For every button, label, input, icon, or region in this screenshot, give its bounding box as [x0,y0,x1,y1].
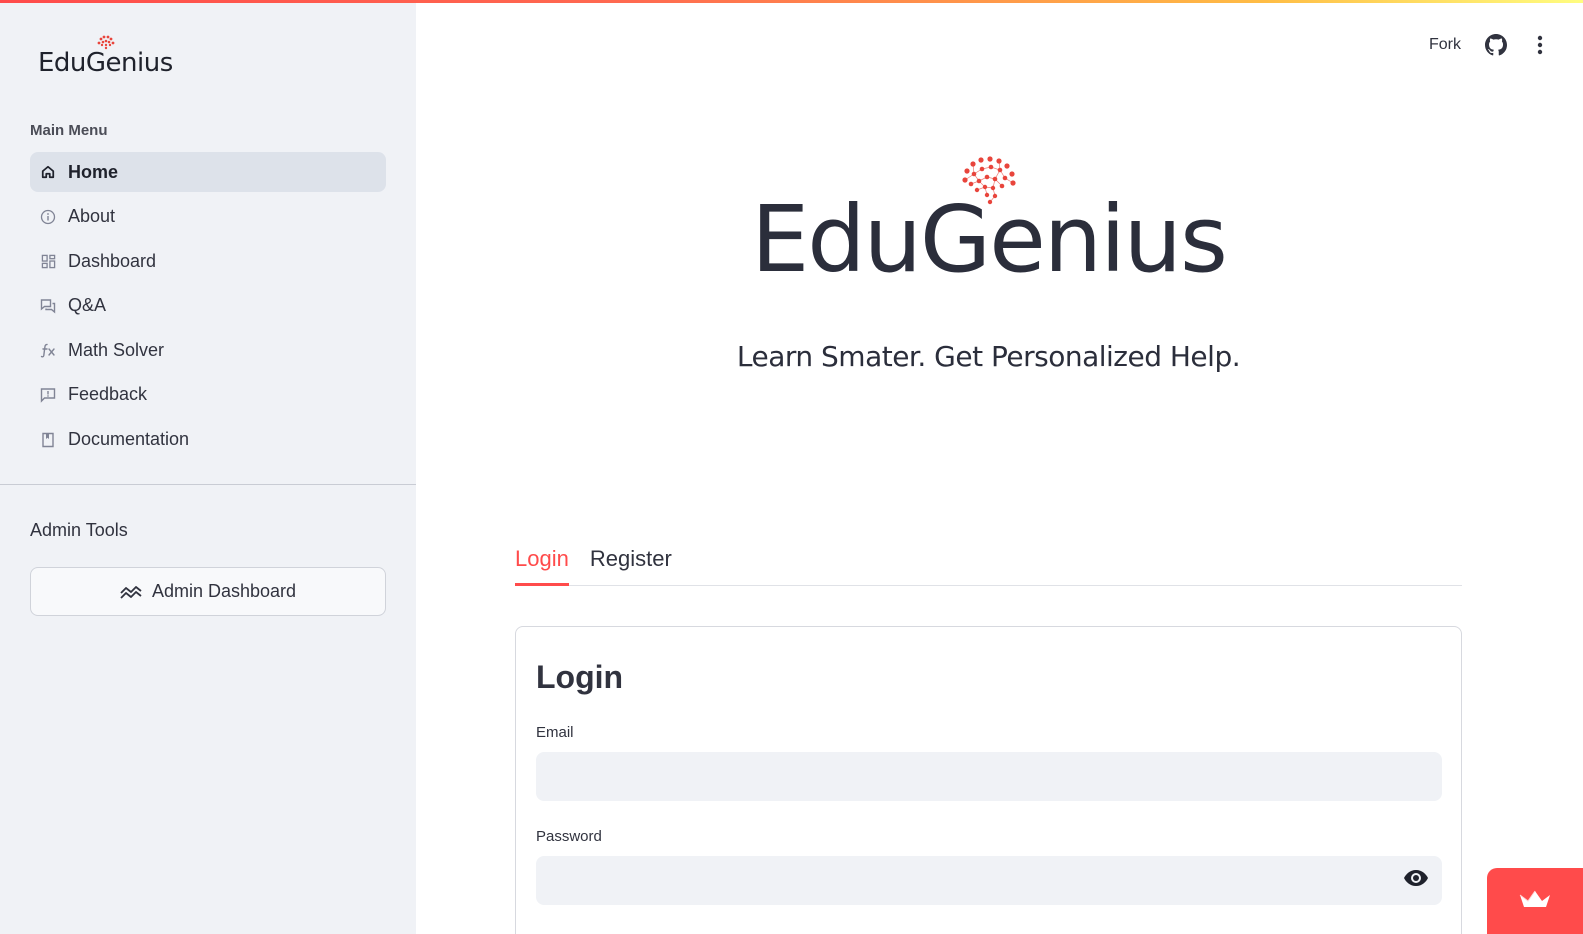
hero-title: EduGenius [751,186,1228,293]
main-menu: Home About Dashboard Q&A Math Solver Fee… [30,152,386,464]
brain-logo-icon [95,34,117,55]
password-label: Password [536,828,602,845]
fork-button[interactable]: Fork [1429,36,1461,54]
hero-tagline: Learn Smater. Get Personalized Help. [736,340,1241,373]
sidebar-item-qa[interactable]: Q&A [30,286,386,326]
feedback-icon [40,387,56,403]
auth-tabs: Login Register [515,540,1462,586]
sidebar-item-label: Math Solver [68,339,165,360]
email-label: Email [536,724,574,741]
sidebar-item-feedback[interactable]: Feedback [30,375,386,415]
home-icon [40,164,56,180]
book-icon [40,432,56,448]
function-icon [40,342,56,358]
tab-login[interactable]: Login [515,540,569,586]
sidebar-item-label: Dashboard [68,250,157,271]
dashboard-icon [40,253,56,269]
streamlit-crown-badge[interactable] [1487,868,1583,934]
crown-icon [1518,889,1552,914]
trend-chart-icon [120,585,142,599]
sidebar-item-about[interactable]: About [30,197,386,237]
sidebar-logo: EduGenius [38,32,173,76]
sidebar-item-dashboard[interactable]: Dashboard [30,241,386,281]
admin-tools-title: Admin Tools [30,520,128,540]
sidebar: EduGenius Main Menu Home About Dashboard… [0,0,416,934]
more-options-icon[interactable] [1537,35,1543,55]
sidebar-item-documentation[interactable]: Documentation [30,420,386,460]
main-menu-title: Main Menu [30,122,108,139]
email-field[interactable] [536,752,1442,801]
show-password-icon[interactable] [1403,869,1429,887]
sidebar-item-label: Q&A [68,295,107,316]
admin-dashboard-label: Admin Dashboard [151,581,297,601]
sidebar-item-label: Home [68,161,119,182]
sidebar-item-label: Feedback [68,384,148,405]
tab-register[interactable]: Register [590,540,672,586]
header-actions: Fork [1429,30,1543,60]
sidebar-item-label: Documentation [68,429,190,450]
sidebar-divider [0,484,416,485]
login-form: Login Email Password [515,626,1462,934]
password-field[interactable] [536,856,1442,905]
chat-icon [40,298,56,314]
info-icon [40,209,56,225]
github-icon[interactable] [1485,34,1507,56]
sidebar-item-home[interactable]: Home [30,152,386,192]
sidebar-item-label: About [68,206,116,227]
admin-dashboard-button[interactable]: Admin Dashboard [30,567,386,616]
top-decoration-stripe [0,0,1583,3]
sidebar-item-math-solver[interactable]: Math Solver [30,330,386,370]
login-heading: Login [536,659,624,695]
